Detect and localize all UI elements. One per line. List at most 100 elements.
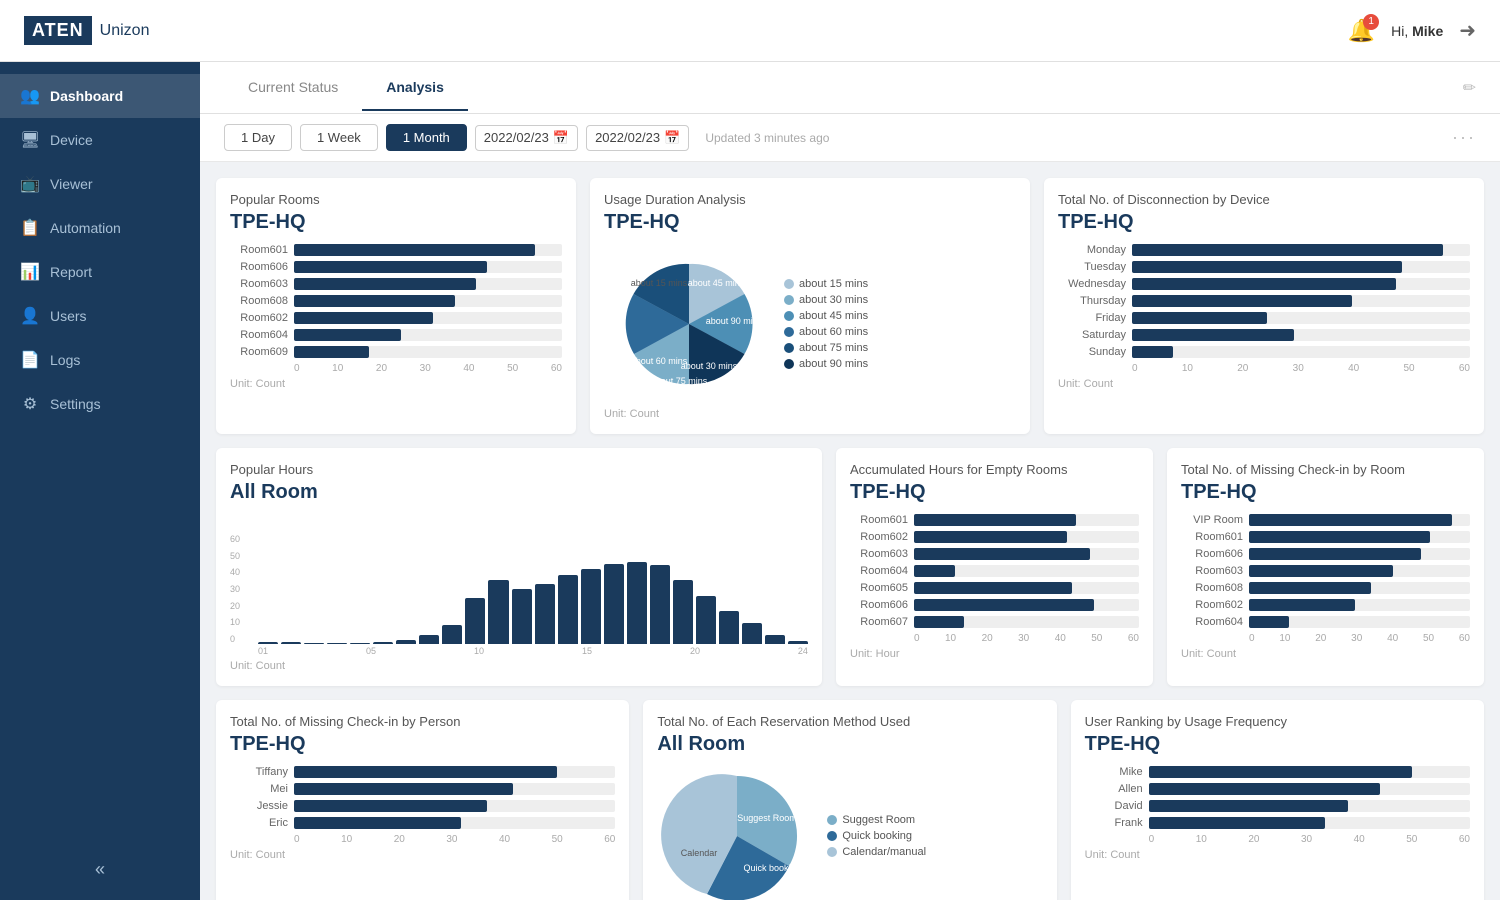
- content-area: Current Status Analysis ✏ 1 Day 1 Week 1…: [200, 62, 1500, 900]
- sidebar-item-users[interactable]: 👤 Users: [0, 294, 200, 338]
- chart-empty-rooms-subtitle: TPE-HQ: [850, 481, 1139, 504]
- user-ranking-unit: Unit: Count: [1085, 849, 1470, 861]
- chart-reservation-method: Total No. of Each Reservation Method Use…: [643, 700, 1056, 900]
- users-icon: 👤: [20, 306, 40, 326]
- svg-text:Calendar: Calendar: [681, 848, 718, 858]
- chart-user-ranking-subtitle: TPE-HQ: [1085, 733, 1470, 756]
- filter-1day[interactable]: 1 Day: [224, 124, 292, 151]
- sidebar-label-users: Users: [50, 308, 87, 324]
- sidebar-collapse-button[interactable]: «: [0, 859, 200, 880]
- chart-missing-checkin-room: Total No. of Missing Check-in by Room TP…: [1167, 448, 1484, 686]
- svg-text:about 45 mins: about 45 mins: [688, 278, 745, 288]
- filter-1month[interactable]: 1 Month: [386, 124, 467, 151]
- popular-rooms-unit: Unit: Count: [230, 378, 562, 390]
- chart-user-ranking-title: User Ranking by Usage Frequency: [1085, 714, 1470, 729]
- reservation-pie-svg: Suggest Room Quick booking Calendar: [657, 766, 817, 900]
- chart-empty-rooms: Accumulated Hours for Empty Rooms TPE-HQ…: [836, 448, 1153, 686]
- sidebar-item-report[interactable]: 📊 Report: [0, 250, 200, 294]
- chart-disconnection-subtitle: TPE-HQ: [1058, 211, 1470, 234]
- popular-hours-unit: Unit: Count: [230, 660, 808, 672]
- header-right: 🔔 1 Hi, Mike ➜: [1348, 18, 1476, 44]
- chart-usage-duration-subtitle: TPE-HQ: [604, 211, 1016, 234]
- sidebar-item-device[interactable]: 🖥 Device: [0, 118, 200, 162]
- logo-text: ATEN: [24, 16, 92, 45]
- usage-duration-pie: about 45 mins about 90 mins about 15 min…: [604, 244, 1016, 404]
- sidebar-item-logs[interactable]: 📄 Logs: [0, 338, 200, 382]
- top-header: ATEN Unizon 🔔 1 Hi, Mike ➜: [0, 0, 1500, 62]
- automation-icon: 📋: [20, 218, 40, 238]
- calendar-icon-to: 📅: [664, 130, 680, 146]
- sidebar-label-logs: Logs: [50, 352, 80, 368]
- collapse-icon: «: [95, 859, 105, 880]
- sidebar-item-dashboard[interactable]: 👥 Dashboard: [0, 74, 200, 118]
- date-to-input[interactable]: 2022/02/23 📅: [586, 125, 689, 151]
- sidebar-label-report: Report: [50, 264, 92, 280]
- tabs: Current Status Analysis: [224, 65, 468, 111]
- user-greeting: Hi, Mike: [1391, 23, 1443, 39]
- svg-text:about 75 mins: about 75 mins: [651, 376, 708, 386]
- logout-icon[interactable]: ➜: [1459, 18, 1476, 43]
- chart-missing-checkin-room-title: Total No. of Missing Check-in by Room: [1181, 462, 1470, 477]
- settings-icon: ⚙: [20, 394, 40, 414]
- chart-popular-rooms-title: Popular Rooms: [230, 192, 562, 207]
- svg-text:about 60 mins: about 60 mins: [631, 356, 688, 366]
- missing-checkin-person-unit: Unit: Count: [230, 849, 615, 861]
- pie-chart-svg: about 45 mins about 90 mins about 15 min…: [604, 244, 774, 404]
- date-from-input[interactable]: 2022/02/23 📅: [475, 125, 578, 151]
- chart-popular-rooms-subtitle: TPE-HQ: [230, 211, 562, 234]
- empty-rooms-bars: Room601 Room602 Room603 Room604 Room605 …: [850, 514, 1139, 644]
- updated-text: Updated 3 minutes ago: [705, 131, 829, 145]
- report-icon: 📊: [20, 262, 40, 282]
- chart-missing-checkin-room-subtitle: TPE-HQ: [1181, 481, 1470, 504]
- usage-duration-legend: about 15 mins about 30 mins about 45 min…: [784, 278, 868, 370]
- missing-checkin-room-unit: Unit: Count: [1181, 648, 1470, 660]
- missing-checkin-person-bars: Tiffany Mei Jessie Eric 0102030405060: [230, 766, 615, 845]
- popular-hours-vbar: 60 50 40 30 20 10 0: [230, 514, 808, 644]
- more-options[interactable]: ···: [1452, 127, 1476, 148]
- sidebar-item-settings[interactable]: ⚙ Settings: [0, 382, 200, 426]
- sidebar-label-dashboard: Dashboard: [50, 88, 123, 104]
- chart-empty-rooms-title: Accumulated Hours for Empty Rooms: [850, 462, 1139, 477]
- sidebar: 👥 Dashboard 🖥 Device 📺 Viewer 📋 Automati…: [0, 62, 200, 900]
- tab-analysis[interactable]: Analysis: [362, 65, 468, 111]
- chart-user-ranking: User Ranking by Usage Frequency TPE-HQ M…: [1071, 700, 1484, 900]
- charts-area: Popular Rooms TPE-HQ Room601 Room606 Roo…: [200, 162, 1500, 900]
- svg-text:about 30 mins: about 30 mins: [681, 361, 738, 371]
- svg-text:about 15 mins: about 15 mins: [631, 278, 688, 288]
- svg-text:about 90 mins: about 90 mins: [706, 316, 763, 326]
- chart-disconnection: Total No. of Disconnection by Device TPE…: [1044, 178, 1484, 434]
- tab-bar: Current Status Analysis ✏: [200, 62, 1500, 114]
- notification-bell[interactable]: 🔔 1: [1348, 18, 1375, 44]
- tab-current-status[interactable]: Current Status: [224, 65, 362, 111]
- product-name: Unizon: [100, 22, 150, 40]
- date-to-value: 2022/02/23: [595, 130, 660, 145]
- svg-text:Quick booking: Quick booking: [744, 863, 801, 873]
- date-from-value: 2022/02/23: [484, 130, 549, 145]
- sidebar-label-settings: Settings: [50, 396, 101, 412]
- main-layout: 👥 Dashboard 🖥 Device 📺 Viewer 📋 Automati…: [0, 62, 1500, 900]
- svg-text:Suggest Room: Suggest Room: [738, 813, 798, 823]
- sidebar-item-viewer[interactable]: 📺 Viewer: [0, 162, 200, 206]
- chart-missing-checkin-person-title: Total No. of Missing Check-in by Person: [230, 714, 615, 729]
- sidebar-label-automation: Automation: [50, 220, 121, 236]
- chart-missing-checkin-person: Total No. of Missing Check-in by Person …: [216, 700, 629, 900]
- reservation-method-pie: Suggest Room Quick booking Calendar Sugg…: [657, 766, 1042, 900]
- chart-missing-checkin-person-subtitle: TPE-HQ: [230, 733, 615, 756]
- dashboard-icon: 👥: [20, 86, 40, 106]
- popular-rooms-bars: Room601 Room606 Room603 Room608 Room602 …: [230, 244, 562, 374]
- charts-row-2: Popular Hours All Room 60 50 40 30 20 10…: [216, 448, 1484, 686]
- filter-bar: 1 Day 1 Week 1 Month 2022/02/23 📅 2022/0…: [200, 114, 1500, 162]
- usage-duration-unit: Unit: Count: [604, 408, 1016, 420]
- popular-hours-bars: [258, 534, 808, 644]
- chart-usage-duration-title: Usage Duration Analysis: [604, 192, 1016, 207]
- edit-icon[interactable]: ✏: [1463, 78, 1476, 98]
- missing-checkin-room-bars: VIP Room Room601 Room606 Room603 Room608…: [1181, 514, 1470, 644]
- calendar-icon-from: 📅: [553, 130, 569, 146]
- chart-popular-rooms: Popular Rooms TPE-HQ Room601 Room606 Roo…: [216, 178, 576, 434]
- filter-1week[interactable]: 1 Week: [300, 124, 378, 151]
- chart-popular-hours-subtitle: All Room: [230, 481, 808, 504]
- sidebar-item-automation[interactable]: 📋 Automation: [0, 206, 200, 250]
- logo-area: ATEN Unizon: [24, 16, 149, 45]
- chart-usage-duration: Usage Duration Analysis TPE-HQ: [590, 178, 1030, 434]
- chart-popular-hours-title: Popular Hours: [230, 462, 808, 477]
